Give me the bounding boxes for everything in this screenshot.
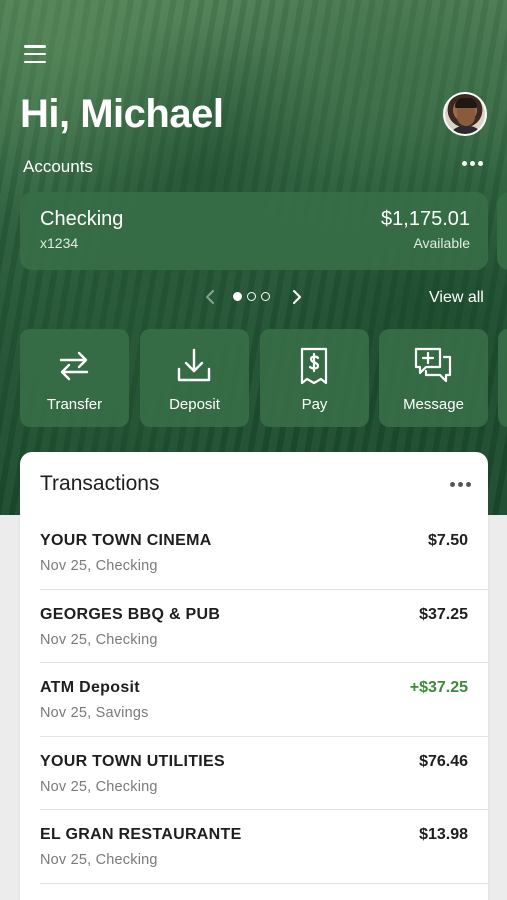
account-card-checking[interactable]: Checking x1234 $1,175.01 Available <box>20 192 488 270</box>
transactions-panel: Transactions YOUR TOWN CINEMA Nov 25, Ch… <box>20 452 488 900</box>
transaction-meta: Nov 25, Checking <box>40 778 158 795</box>
transaction-amount: $7.50 <box>427 532 468 549</box>
transaction-meta: Nov 25, Checking <box>40 558 158 574</box>
deposit-label: Deposit <box>169 396 220 413</box>
transaction-row[interactable]: YOUR TOWN UTILITIES Nov 25, Checking $76… <box>40 737 488 810</box>
transaction-merchant: EL GRAN RESTAURANTE <box>40 826 242 843</box>
dollar-receipt-icon <box>300 347 328 385</box>
account-name: Checking <box>40 208 124 230</box>
transaction-merchant: ATM Deposit <box>40 679 140 696</box>
user-avatar[interactable] <box>443 92 487 136</box>
transactions-title: Transactions <box>40 472 160 495</box>
pager-dot[interactable] <box>261 292 270 301</box>
account-number: x1234 <box>40 235 79 251</box>
pager-dot[interactable] <box>247 292 256 301</box>
transactions-list: YOUR TOWN CINEMA Nov 25, Checking $7.50 … <box>40 516 488 884</box>
transaction-row[interactable]: EL GRAN RESTAURANTE Nov 25, Checking $13… <box>40 810 488 884</box>
chevron-right-icon[interactable] <box>290 288 304 306</box>
greeting-title: Hi, Michael <box>20 92 224 136</box>
account-pager-dots <box>233 292 270 301</box>
deposit-button[interactable]: Deposit <box>140 329 249 427</box>
transfer-label: Transfer <box>46 396 103 413</box>
transaction-merchant: YOUR TOWN CINEMA <box>40 532 212 549</box>
accounts-label: Accounts <box>23 157 93 176</box>
transaction-amount: $13.98 <box>419 826 468 843</box>
transaction-row[interactable]: ATM Deposit Nov 25, Savings +$37.25 <box>40 663 488 737</box>
transaction-merchant: YOUR TOWN UTILITIES <box>40 752 225 770</box>
account-card-next[interactable] <box>497 192 507 270</box>
transactions-more-icon[interactable] <box>450 482 471 487</box>
transfer-button[interactable]: Transfer <box>20 329 129 427</box>
hamburger-menu-icon[interactable] <box>24 45 46 63</box>
transaction-amount: +$37.25 <box>409 679 468 696</box>
pay-button[interactable]: Pay <box>260 329 369 427</box>
chevron-left-icon[interactable] <box>203 288 217 306</box>
account-balance-label: Available <box>413 235 470 251</box>
transfer-arrows-icon <box>59 351 89 381</box>
transaction-row[interactable]: GEORGES BBQ & PUB Nov 25, Checking $37.2… <box>40 590 488 663</box>
pay-label: Pay <box>301 396 328 413</box>
transaction-amount: $37.25 <box>419 605 468 623</box>
transaction-meta: Nov 25, Checking <box>40 631 158 648</box>
transaction-meta: Nov 25, Checking <box>40 852 158 868</box>
account-balance: $1,175.01 <box>381 208 470 230</box>
chat-plus-icon <box>414 347 452 383</box>
transaction-meta: Nov 25, Savings <box>40 705 149 721</box>
message-button[interactable]: Message <box>379 329 488 427</box>
download-tray-icon <box>177 348 211 382</box>
pager-dot[interactable] <box>233 292 242 301</box>
transaction-row[interactable]: YOUR TOWN CINEMA Nov 25, Checking $7.50 <box>40 516 488 590</box>
transaction-merchant: GEORGES BBQ & PUB <box>40 605 221 623</box>
action-next[interactable] <box>498 329 507 427</box>
message-label: Message <box>403 396 464 413</box>
transaction-amount: $76.46 <box>419 752 468 770</box>
view-all-link[interactable]: View all <box>429 289 484 307</box>
accounts-more-icon[interactable] <box>462 161 483 166</box>
